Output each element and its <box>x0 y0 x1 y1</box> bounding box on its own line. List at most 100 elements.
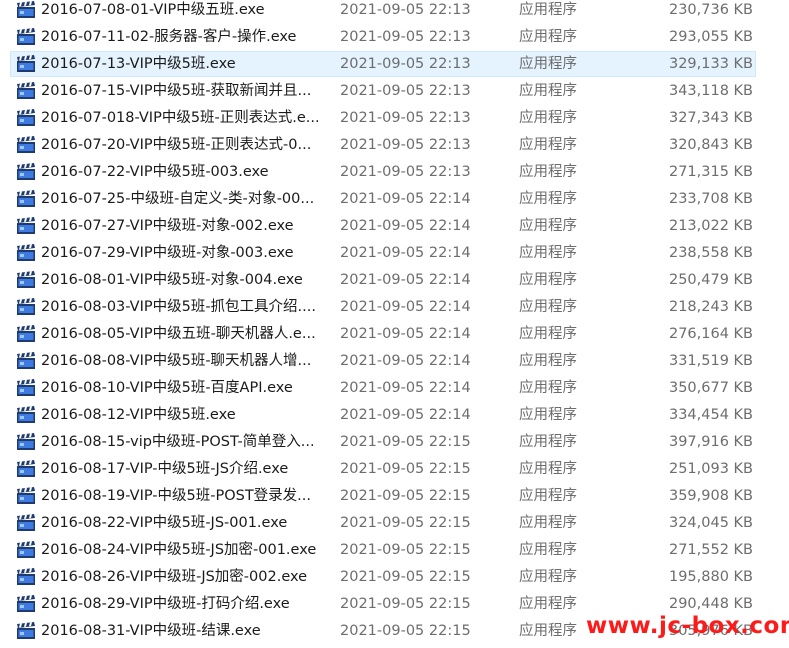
file-modified-date: 2021-09-05 22:15 <box>340 623 471 639</box>
file-name: 2016-08-03-VIP中级5班-抓包工具介绍.... <box>41 299 316 315</box>
file-size: 293,055 KB <box>668 29 753 45</box>
file-row[interactable]: 2016-07-018-VIP中级5班-正则表达式.e... 2021-09-0… <box>10 105 756 131</box>
file-modified-date: 2021-09-05 22:14 <box>340 326 471 342</box>
video-clapperboard-icon <box>16 55 36 73</box>
file-row[interactable]: 2016-08-03-VIP中级5班-抓包工具介绍.... 2021-09-05… <box>10 294 756 320</box>
file-size: 334,454 KB <box>668 407 753 423</box>
file-name: 2016-07-29-VIP中级班-对象-003.exe <box>41 245 294 261</box>
video-clapperboard-icon <box>16 82 36 100</box>
video-clapperboard-icon <box>16 136 36 154</box>
video-clapperboard-icon <box>16 325 36 343</box>
video-clapperboard-icon <box>16 622 36 640</box>
file-row[interactable]: 2016-07-13-VIP中级5班.exe 2021-09-05 22:13 … <box>10 51 756 77</box>
video-clapperboard-icon <box>16 217 36 235</box>
file-modified-date: 2021-09-05 22:14 <box>340 353 471 369</box>
file-modified-date: 2021-09-05 22:13 <box>340 56 471 72</box>
file-row[interactable]: 2016-08-12-VIP中级5班.exe 2021-09-05 22:14 … <box>10 402 756 428</box>
file-name: 2016-08-22-VIP中级5班-JS-001.exe <box>41 515 288 531</box>
file-size: 327,343 KB <box>668 110 753 126</box>
file-modified-date: 2021-09-05 22:15 <box>340 434 471 450</box>
video-clapperboard-icon <box>16 568 36 586</box>
file-size: 218,243 KB <box>668 299 753 315</box>
video-clapperboard-icon <box>16 487 36 505</box>
video-clapperboard-icon <box>16 460 36 478</box>
file-row[interactable]: 2016-07-15-VIP中级5班-获取新闻并且... 2021-09-05 … <box>10 78 756 104</box>
file-row[interactable]: 2016-08-24-VIP中级5班-JS加密-001.exe 2021-09-… <box>10 537 756 563</box>
file-row[interactable]: 2016-08-19-VIP-中级5班-POST登录发... 2021-09-0… <box>10 483 756 509</box>
file-name: 2016-08-17-VIP-中级5班-JS介绍.exe <box>41 461 289 477</box>
file-modified-date: 2021-09-05 22:13 <box>340 110 471 126</box>
file-size: 233,708 KB <box>668 191 753 207</box>
file-row[interactable]: 2016-07-27-VIP中级班-对象-002.exe 2021-09-05 … <box>10 213 756 239</box>
file-size: 251,093 KB <box>668 461 753 477</box>
file-modified-date: 2021-09-05 22:14 <box>340 245 471 261</box>
file-size: 329,133 KB <box>668 56 753 72</box>
file-name: 2016-07-08-01-VIP中级五班.exe <box>41 2 265 18</box>
video-clapperboard-icon <box>16 271 36 289</box>
file-row[interactable]: 2016-08-17-VIP-中级5班-JS介绍.exe 2021-09-05 … <box>10 456 756 482</box>
file-row[interactable]: 2016-08-05-VIP中级五班-聊天机器人.e... 2021-09-05… <box>10 321 756 347</box>
file-modified-date: 2021-09-05 22:15 <box>340 461 471 477</box>
file-name: 2016-07-27-VIP中级班-对象-002.exe <box>41 218 294 234</box>
file-modified-date: 2021-09-05 22:14 <box>340 407 471 423</box>
file-row[interactable]: 2016-07-08-01-VIP中级五班.exe 2021-09-05 22:… <box>10 0 756 23</box>
file-modified-date: 2021-09-05 22:15 <box>340 515 471 531</box>
file-name: 2016-08-24-VIP中级5班-JS加密-001.exe <box>41 542 317 558</box>
video-clapperboard-icon <box>16 595 36 613</box>
video-clapperboard-icon <box>16 433 36 451</box>
file-row[interactable]: 2016-08-22-VIP中级5班-JS-001.exe 2021-09-05… <box>10 510 756 536</box>
file-name: 2016-08-15-vip中级班-POST-简单登入... <box>41 434 315 450</box>
file-name: 2016-07-22-VIP中级5班-003.exe <box>41 164 269 180</box>
video-clapperboard-icon <box>16 163 36 181</box>
file-modified-date: 2021-09-05 22:13 <box>340 164 471 180</box>
file-row[interactable]: 2016-08-15-vip中级班-POST-简单登入... 2021-09-0… <box>10 429 756 455</box>
video-clapperboard-icon <box>16 352 36 370</box>
file-modified-date: 2021-09-05 22:15 <box>340 596 471 612</box>
file-row[interactable]: 2016-08-10-VIP中级5班-百度API.exe 2021-09-05 … <box>10 375 756 401</box>
file-modified-date: 2021-09-05 22:15 <box>340 488 471 504</box>
file-row[interactable]: 2016-08-26-VIP中级班-JS加密-002.exe 2021-09-0… <box>10 564 756 590</box>
file-size: 331,519 KB <box>668 353 753 369</box>
file-size: 238,558 KB <box>668 245 753 261</box>
file-name: 2016-08-08-VIP中级5班-聊天机器人增... <box>41 353 312 369</box>
file-name: 2016-07-018-VIP中级5班-正则表达式.e... <box>41 110 320 126</box>
video-clapperboard-icon <box>16 514 36 532</box>
file-row[interactable]: 2016-07-25-中级班-自定义-类-对象-00... 2021-09-05… <box>10 186 756 212</box>
file-name: 2016-07-25-中级班-自定义-类-对象-00... <box>41 191 315 207</box>
video-clapperboard-icon <box>16 109 36 127</box>
file-modified-date: 2021-09-05 22:14 <box>340 191 471 207</box>
file-modified-date: 2021-09-05 22:15 <box>340 569 471 585</box>
file-name: 2016-07-11-02-服务器-客户-操作.exe <box>41 29 297 45</box>
watermark-text: www.jc-box.com <box>586 613 789 639</box>
file-name: 2016-08-29-VIP中级班-打码介绍.exe <box>41 596 290 612</box>
video-clapperboard-icon <box>16 298 36 316</box>
file-name: 2016-08-10-VIP中级5班-百度API.exe <box>41 380 293 396</box>
file-size: 343,118 KB <box>668 83 753 99</box>
file-size: 213,022 KB <box>668 218 753 234</box>
file-row[interactable]: 2016-07-22-VIP中级5班-003.exe 2021-09-05 22… <box>10 159 756 185</box>
file-row[interactable]: 2016-07-11-02-服务器-客户-操作.exe 2021-09-05 2… <box>10 24 756 50</box>
file-name: 2016-08-01-VIP中级5班-对象-004.exe <box>41 272 303 288</box>
file-name: 2016-07-20-VIP中级5班-正则表达式-0... <box>41 137 312 153</box>
file-size: 350,677 KB <box>668 380 753 396</box>
file-modified-date: 2021-09-05 22:14 <box>340 218 471 234</box>
file-modified-date: 2021-09-05 22:13 <box>340 137 471 153</box>
file-size: 320,843 KB <box>668 137 753 153</box>
file-row[interactable]: 2016-07-29-VIP中级班-对象-003.exe 2021-09-05 … <box>10 240 756 266</box>
file-size: 324,045 KB <box>668 515 753 531</box>
file-modified-date: 2021-09-05 22:13 <box>340 29 471 45</box>
file-size: 397,916 KB <box>668 434 753 450</box>
file-modified-date: 2021-09-05 22:14 <box>340 299 471 315</box>
file-size: 271,315 KB <box>668 164 753 180</box>
file-row[interactable]: 2016-07-20-VIP中级5班-正则表达式-0... 2021-09-05… <box>10 132 756 158</box>
video-clapperboard-icon <box>16 28 36 46</box>
file-row[interactable]: 2016-08-01-VIP中级5班-对象-004.exe 2021-09-05… <box>10 267 756 293</box>
file-size: 230,736 KB <box>668 2 753 18</box>
file-size: 195,880 KB <box>668 569 753 585</box>
file-size: 271,552 KB <box>668 542 753 558</box>
file-modified-date: 2021-09-05 22:14 <box>340 272 471 288</box>
file-size: 359,908 KB <box>668 488 753 504</box>
file-name: 2016-08-31-VIP中级班-结课.exe <box>41 623 261 639</box>
video-clapperboard-icon <box>16 190 36 208</box>
file-row[interactable]: 2016-08-08-VIP中级5班-聊天机器人增... 2021-09-05 … <box>10 348 756 374</box>
